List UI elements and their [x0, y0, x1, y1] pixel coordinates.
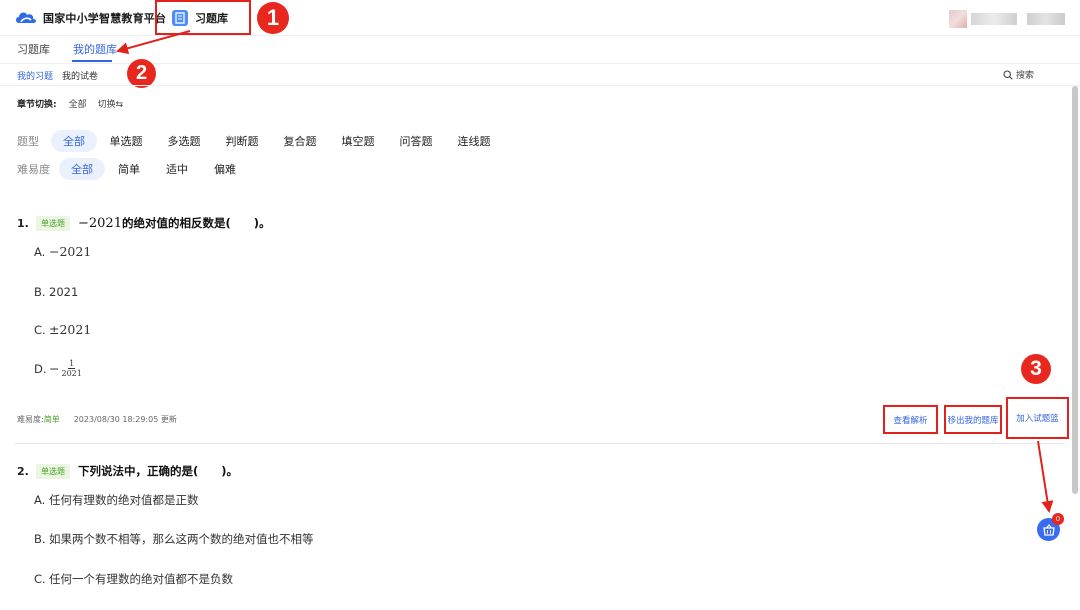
fraction-denominator: 2021 [61, 369, 82, 378]
avatar[interactable] [949, 10, 967, 28]
question-type-badge: 单选题 [36, 215, 70, 231]
scrollbar-thumb[interactable] [1072, 86, 1078, 494]
option-letter: D. [34, 361, 47, 376]
chapter-switcher: 章节切换: 全部 切换⇆ [17, 97, 134, 110]
question-1-header: 1. 单选题 −2021的绝对值的相反数是( )。 [17, 215, 271, 231]
user-info-blurred [1027, 13, 1065, 25]
annotation-box-view-analysis [883, 405, 938, 434]
user-profile[interactable] [949, 10, 1065, 28]
option-text: −2021 [49, 244, 92, 259]
difficulty-label: 难易度 [17, 163, 50, 176]
option-a: A. 任何有理数的绝对值都是正数 [34, 492, 199, 508]
question-type-filter: 题型 全部 单选题 多选题 判断题 复合题 填空题 问答题 连线题 [17, 130, 503, 152]
annotation-arrows [116, 30, 1054, 513]
platform-name: 国家中小学智慧教育平台 [43, 12, 167, 25]
filter-difficulty-easy[interactable]: 简单 [105, 158, 153, 180]
question-number: 1. [17, 216, 29, 230]
subnav-item-my-library[interactable]: 我的题库 [73, 41, 117, 57]
subnav-item-exercise-library[interactable]: 习题库 [17, 41, 50, 57]
option-text: ±2021 [49, 322, 92, 337]
annotation-box-remove [944, 405, 1002, 434]
option-letter: C. [34, 572, 46, 586]
option-letter: B. [34, 285, 46, 299]
question-stem-math: −2021 [78, 216, 122, 231]
question-type-label: 题型 [17, 135, 39, 148]
annotation-number-3: 3 [1021, 354, 1051, 384]
annotation-number-1: 1 [257, 2, 289, 34]
option-letter: B. [34, 532, 46, 546]
annotation-box-add-basket [1006, 397, 1069, 439]
question-number: 2. [17, 464, 29, 478]
filter-type-qa[interactable]: 问答题 [387, 130, 445, 152]
option-fraction: 1 2021 [61, 359, 81, 378]
platform-logo[interactable]: 国家中小学智慧教育平台 [15, 9, 166, 27]
my-library-tabs: 我的习题 我的试卷 搜索 [0, 64, 1080, 86]
option-letter: A. [34, 493, 46, 507]
cloud-logo-icon [16, 12, 36, 23]
filter-type-judge[interactable]: 判断题 [213, 130, 271, 152]
option-text: − [49, 361, 60, 376]
user-name-blurred [971, 13, 1017, 25]
basket-count-badge: 0 [1052, 513, 1064, 525]
option-text: 2021 [49, 285, 79, 299]
basket-icon [1042, 523, 1055, 536]
search-button[interactable]: 搜索 [1003, 68, 1034, 81]
difficulty-filter: 难易度 全部 简单 适中 偏难 [17, 158, 249, 180]
option-b: B. 如果两个数不相等，那么这两个数的绝对值也不相等 [34, 531, 314, 547]
option-text: 任何有理数的绝对值都是正数 [49, 493, 199, 507]
question-2-header: 2. 单选题 下列说法中，正确的是( )。 [17, 463, 238, 479]
fraction-numerator: 1 [68, 359, 76, 369]
updated-time: 2023/08/30 18:29:05 更新 [73, 415, 177, 424]
filter-type-composite[interactable]: 复合题 [271, 130, 329, 152]
option-letter: A. [34, 244, 46, 259]
annotation-box-1 [155, 0, 251, 35]
active-tab-indicator [72, 60, 112, 62]
option-d: D. − 1 2021 [34, 359, 82, 378]
option-a: A. −2021 [34, 244, 91, 259]
filter-difficulty-hard[interactable]: 偏难 [201, 158, 249, 180]
question-1-meta: 难易度: 简单 2023/08/30 18:29:05 更新 [17, 414, 177, 425]
difficulty-meta-label: 难易度: [17, 415, 44, 424]
option-letter: C. [34, 322, 46, 337]
option-text: 任何一个有理数的绝对值都不是负数 [49, 572, 233, 586]
question-stem: −2021的绝对值的相反数是( )。 [78, 215, 271, 231]
filter-type-fill[interactable]: 填空题 [329, 130, 387, 152]
question-type-badge: 单选题 [36, 463, 70, 479]
option-c: C. 任何一个有理数的绝对值都不是负数 [34, 571, 233, 587]
tab-my-papers[interactable]: 我的试卷 [62, 69, 98, 82]
question-stem-text: 的绝对值的相反数是( )。 [121, 216, 271, 230]
search-label: 搜索 [1015, 71, 1034, 81]
search-icon [1003, 69, 1013, 80]
filter-type-matching[interactable]: 连线题 [445, 130, 503, 152]
chapter-label: 章节切换: [17, 100, 57, 110]
option-c: C. ±2021 [34, 322, 91, 337]
filter-type-single[interactable]: 单选题 [97, 130, 155, 152]
option-text: 如果两个数不相等，那么这两个数的绝对值也不相等 [49, 532, 314, 546]
filter-difficulty-medium[interactable]: 适中 [153, 158, 201, 180]
arrow-to-basket [1037, 440, 1054, 513]
chapter-value: 全部 [68, 100, 87, 110]
option-b: B. 2021 [34, 285, 78, 299]
question-divider [15, 443, 1065, 444]
difficulty-meta-value: 简单 [43, 415, 60, 424]
question-stem: 下列说法中，正确的是( )。 [78, 464, 239, 478]
chapter-switch-link[interactable]: 切换⇆ [98, 97, 124, 110]
library-subnav: 习题库 我的题库 [0, 36, 1080, 64]
filter-difficulty-all[interactable]: 全部 [59, 158, 105, 180]
filter-type-all[interactable]: 全部 [51, 130, 97, 152]
tab-my-exercises[interactable]: 我的习题 [17, 69, 53, 82]
filter-type-multiple[interactable]: 多选题 [155, 130, 213, 152]
